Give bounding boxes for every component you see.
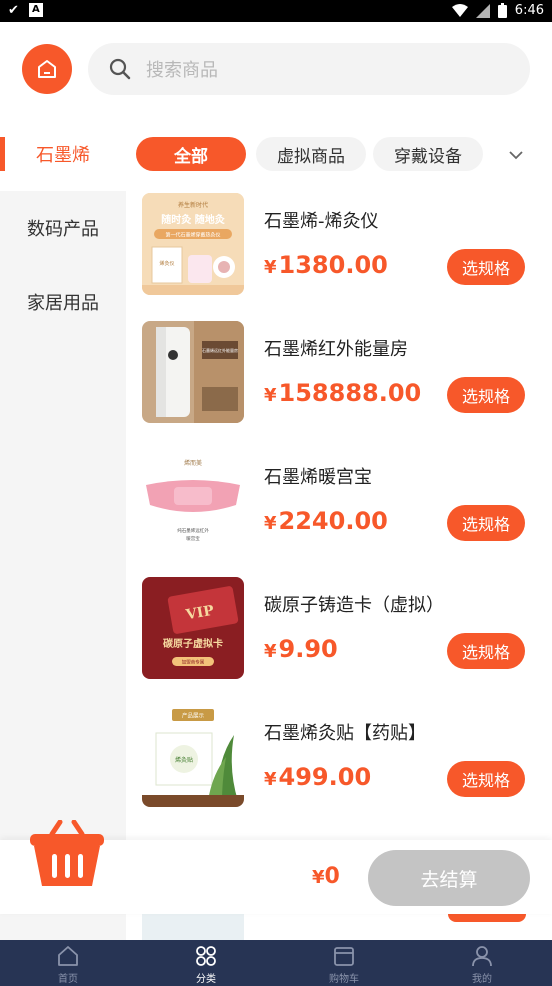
signal-icon — [475, 3, 490, 18]
tab-wearable[interactable]: 穿戴设备 — [373, 137, 483, 171]
battery-icon — [497, 3, 507, 18]
category-icon — [196, 946, 216, 966]
thumb-text: 烯而美 — [184, 459, 202, 467]
product-price: ¥499.00 — [264, 763, 372, 791]
product-image: 产品展示 烯灸贴 — [142, 705, 244, 807]
select-spec-button[interactable]: 选规格 — [447, 249, 525, 285]
thumb-text: 产品展示 — [182, 712, 205, 720]
checkout-button[interactable]: 去结算 — [368, 850, 530, 906]
thumb-text: 碳原子虚拟卡 — [163, 637, 223, 650]
thumb-text: 随时灸 随地灸 — [161, 213, 225, 226]
product-name: 石墨烯暖宫宝 — [264, 467, 372, 488]
thumb-text: 烯灸仪 — [159, 260, 174, 267]
bottom-tab-bar: 首页 分类 购物车 我的 — [0, 940, 552, 986]
search-bar[interactable]: 搜索商品 — [88, 43, 530, 95]
product-image-partial — [142, 914, 244, 940]
tab-virtual[interactable]: 虚拟商品 — [256, 137, 366, 171]
product-name: 碳原子铸造卡（虚拟） — [264, 595, 444, 616]
thumb-text: 暖宫宝 — [186, 535, 200, 542]
product-price: ¥158888.00 — [264, 379, 422, 407]
product-card[interactable]: VIP 碳原子虚拟卡 加盟商专属 碳原子铸造卡（虚拟） ¥9.90 选规格 — [126, 575, 552, 703]
product-image: 烯而美 纯石墨烯远红外 暖宫宝 — [142, 449, 244, 551]
thumb-text: 养生新时代 — [178, 201, 208, 209]
tabbar-item-home[interactable]: 首页 — [28, 944, 108, 985]
home-icon — [38, 60, 56, 78]
thumb-text: 纯石墨烯远红外 — [177, 527, 209, 534]
check-icon: ✔ — [8, 3, 19, 18]
a-icon: A — [28, 3, 43, 17]
product-price: ¥9.90 — [264, 635, 338, 663]
chevron-down-icon[interactable] — [508, 147, 524, 163]
status-time: 6:46 — [514, 3, 544, 18]
product-price: ¥1380.00 — [264, 251, 388, 279]
product-card[interactable]: 产品展示 烯灸贴 石墨烯灸贴【药贴】 ¥499.00 选规格 — [126, 703, 552, 831]
basket-icon[interactable] — [28, 820, 106, 888]
product-image: VIP 碳原子虚拟卡 加盟商专属 — [142, 577, 244, 679]
cart-bar: ¥0 去结算 — [0, 820, 552, 914]
status-bar: ✔ A 6:46 — [0, 0, 552, 22]
select-spec-button-partial — [448, 914, 526, 922]
product-image: 石墨烯远红外能量房 — [142, 321, 244, 423]
tabbar-item-category[interactable]: 分类 — [166, 944, 246, 985]
category-sidebar: 石墨烯 数码产品 家居用品 — [0, 117, 126, 940]
subcategory-tabs: 全部 虚拟商品 穿戴设备 — [126, 117, 552, 191]
tabbar-item-profile[interactable]: 我的 — [442, 944, 522, 985]
select-spec-button[interactable]: 选规格 — [447, 761, 525, 797]
cart-total: ¥0 — [312, 864, 340, 889]
product-name: 石墨烯红外能量房 — [264, 339, 408, 360]
select-spec-button[interactable]: 选规格 — [447, 377, 525, 413]
thumb-text: 加盟商专属 — [182, 659, 205, 666]
search-icon — [109, 58, 131, 80]
header: 搜索商品 — [0, 22, 552, 117]
product-price: ¥2240.00 — [264, 507, 388, 535]
home-icon — [58, 946, 78, 966]
product-card[interactable]: 烯而美 纯石墨烯远红外 暖宫宝 石墨烯暖宫宝 ¥2240.00 选规格 — [126, 447, 552, 575]
tab-all[interactable]: 全部 — [136, 137, 246, 171]
product-name: 石墨烯灸贴【药贴】 — [264, 723, 426, 744]
tabbar-item-cart[interactable]: 购物车 — [304, 944, 384, 985]
select-spec-button[interactable]: 选规格 — [447, 505, 525, 541]
thumb-text: 烯灸贴 — [175, 756, 193, 764]
thumb-text: 第一代石墨烯穿戴热灸仪 — [165, 232, 220, 239]
thumb-text: 石墨烯远红外能量房 — [202, 347, 238, 353]
user-icon — [472, 946, 492, 967]
sidebar-item-home[interactable]: 家居用品 — [0, 265, 126, 339]
search-placeholder: 搜索商品 — [146, 60, 218, 81]
select-spec-button[interactable]: 选规格 — [447, 633, 525, 669]
wifi-icon — [451, 3, 468, 17]
product-card[interactable]: 养生新时代 随时灸 随地灸 第一代石墨烯穿戴热灸仪 烯灸仪 石墨烯-烯灸仪 ¥1… — [126, 191, 552, 319]
sidebar-item-graphene[interactable]: 石墨烯 — [0, 117, 126, 191]
product-image: 养生新时代 随时灸 随地灸 第一代石墨烯穿戴热灸仪 烯灸仪 — [142, 193, 244, 295]
sidebar-item-digital[interactable]: 数码产品 — [0, 191, 126, 265]
cart-icon — [334, 947, 354, 966]
home-button[interactable] — [22, 44, 72, 94]
product-card[interactable]: 石墨烯远红外能量房 石墨烯红外能量房 ¥158888.00 选规格 — [126, 319, 552, 447]
product-name: 石墨烯-烯灸仪 — [264, 211, 379, 232]
